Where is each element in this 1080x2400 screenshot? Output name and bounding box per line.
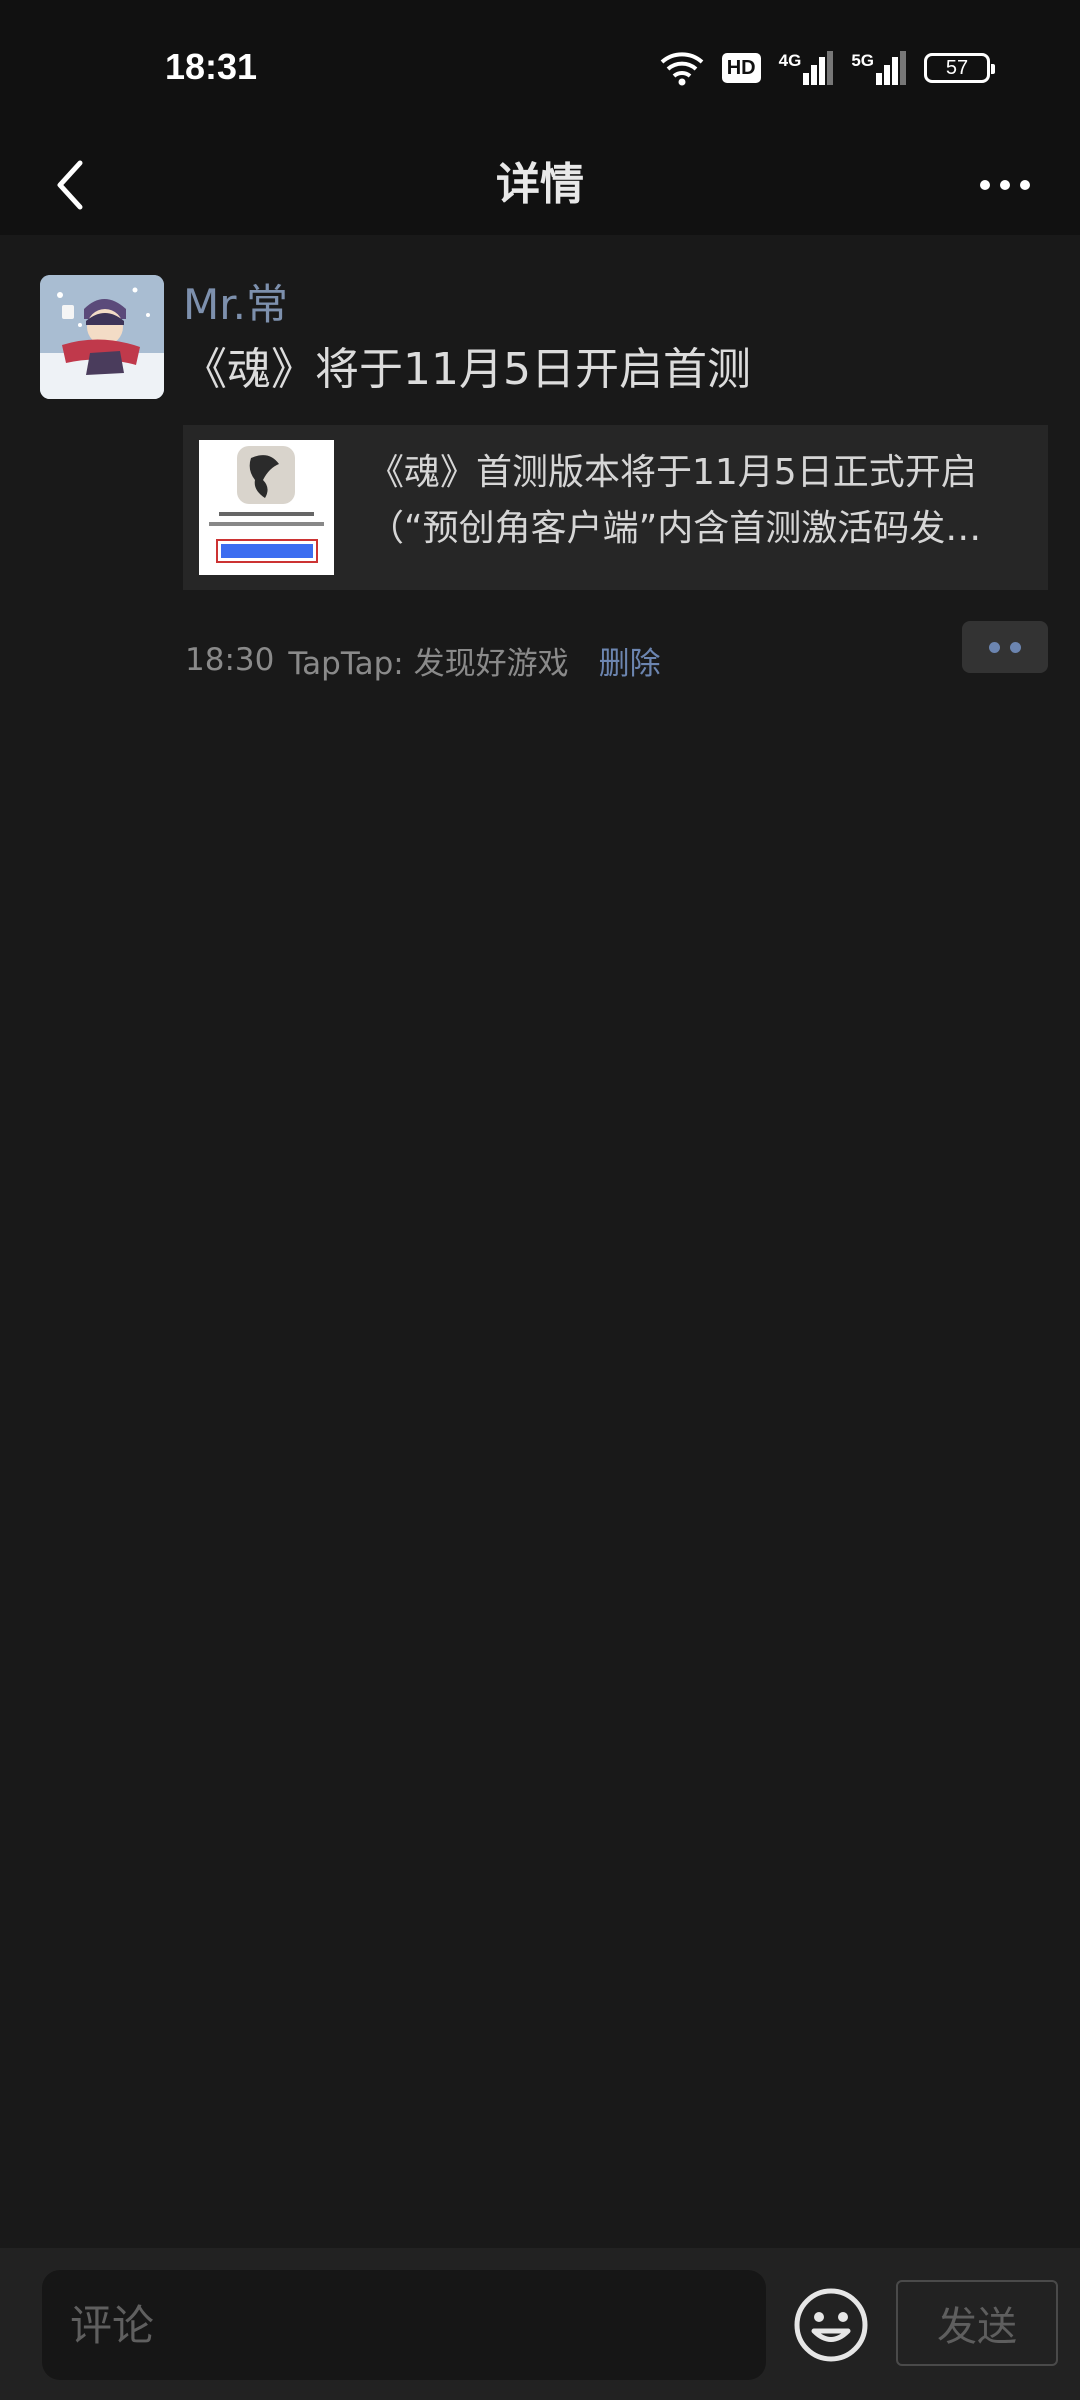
more-dots-icon xyxy=(980,180,990,190)
post-source[interactable]: TapTap: 发现好游戏 xyxy=(288,638,568,683)
post-text: 《魂》将于11月5日开启首测 xyxy=(183,344,751,395)
signal-5g-icon: 5G xyxy=(851,51,906,85)
delete-button[interactable]: 删除 xyxy=(599,638,661,683)
username[interactable]: Mr.常 xyxy=(183,271,288,332)
post-meta: 18:30 TapTap: 发现好游戏 删除 xyxy=(185,635,661,685)
comment-input[interactable] xyxy=(42,2270,766,2380)
send-button[interactable]: 发送 xyxy=(896,2280,1058,2366)
link-line-1: 《魂》首测版本将于11月5日正式开启 xyxy=(368,452,977,493)
chevron-left-icon xyxy=(57,160,83,210)
page-title: 详情 xyxy=(496,159,584,210)
more-button[interactable] xyxy=(960,145,1050,225)
link-line-2: （“预创角客户端”内含首测激活码发… xyxy=(368,508,982,549)
comment-bar: 发送 xyxy=(0,2248,1080,2400)
emoji-button[interactable] xyxy=(792,2286,870,2364)
status-bar: 18:31 HD 4G 5G 57 xyxy=(0,0,1080,135)
hd-icon: HD xyxy=(721,53,761,83)
signal-4g-icon: 4G xyxy=(779,51,834,85)
link-description: 《魂》首测版本将于11月5日正式开启 （“预创角客户端”内含首测激活码发… xyxy=(368,445,1028,557)
back-button[interactable] xyxy=(30,145,110,225)
emoji-icon xyxy=(794,2288,868,2362)
like-comment-button[interactable] xyxy=(962,621,1048,673)
status-icons: HD 4G 5G 57 xyxy=(660,48,995,88)
link-card[interactable]: 《魂》首测版本将于11月5日正式开启 （“预创角客户端”内含首测激活码发… xyxy=(183,425,1048,590)
avatar-image xyxy=(40,275,164,399)
nav-bar: 详情 xyxy=(0,135,1080,235)
status-time: 18:31 xyxy=(165,46,258,87)
link-thumbnail xyxy=(199,440,334,575)
avatar[interactable] xyxy=(40,275,164,399)
post-time: 18:30 xyxy=(185,642,275,678)
battery-icon: 57 xyxy=(924,53,995,83)
dots-icon xyxy=(989,641,1000,653)
wifi-icon xyxy=(660,50,704,86)
